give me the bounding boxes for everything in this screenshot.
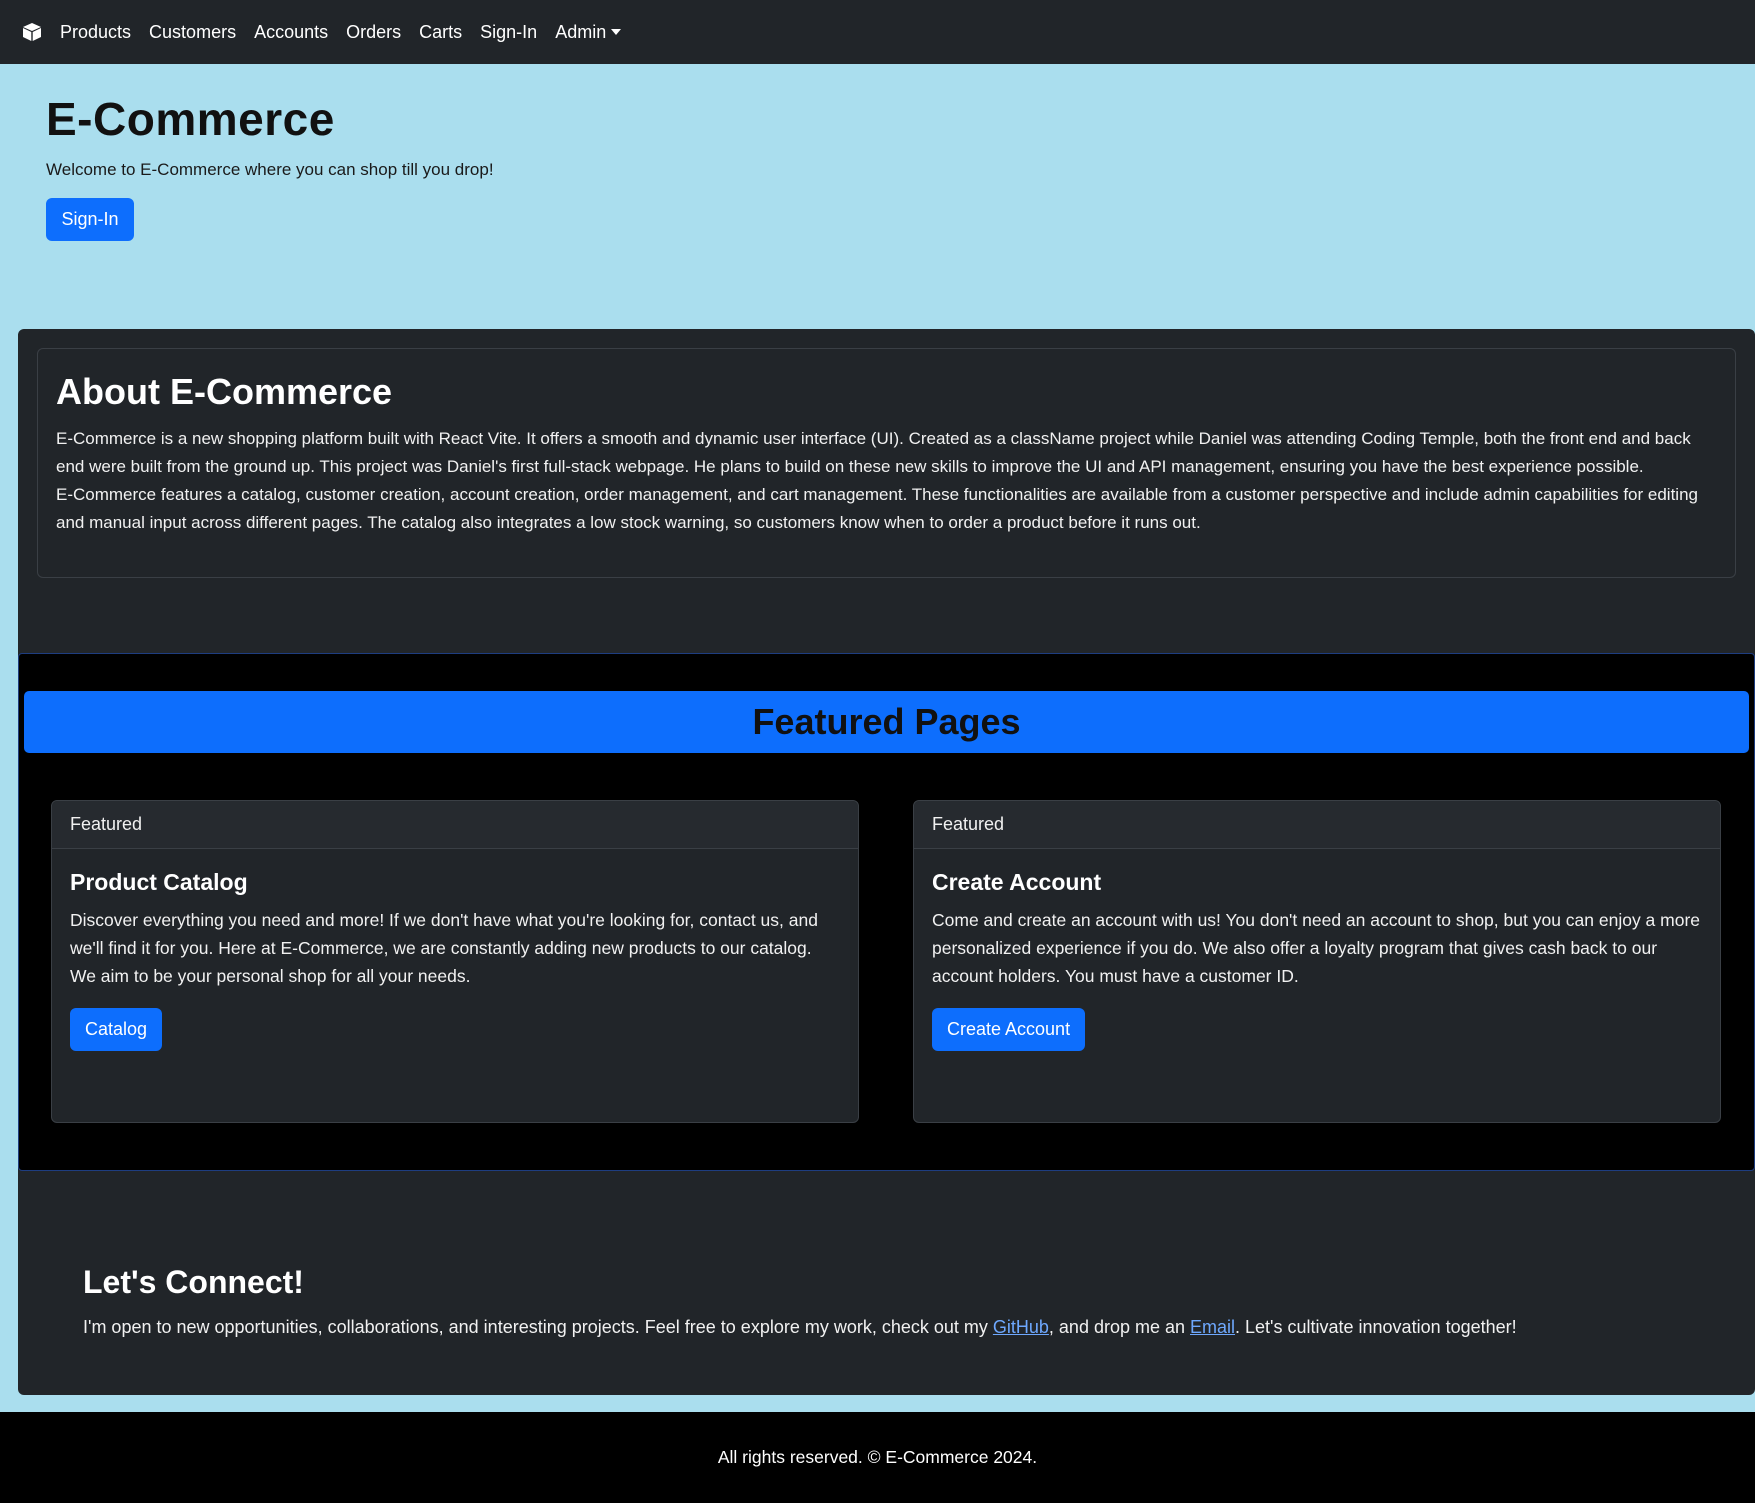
about-paragraph-2: E-Commerce features a catalog, customer … [56,485,1698,532]
catalog-button[interactable]: Catalog [70,1008,163,1051]
top-navbar: Products Customers Accounts Orders Carts… [0,0,1755,64]
nav-link-orders[interactable]: Orders [346,22,401,43]
footer: All rights reserved. © E-Commerce 2024. [0,1412,1755,1503]
main-content: About E-Commerce E-Commerce is a new sho… [18,329,1755,1395]
card-body: Product Catalog Discover everything you … [52,849,858,1051]
connect-text-before: I'm open to new opportunities, collabora… [83,1317,993,1337]
card-product-catalog: Featured Product Catalog Discover everyt… [51,800,859,1123]
card-header: Featured [914,801,1720,849]
about-paragraph-1: E-Commerce is a new shopping platform bu… [56,429,1691,476]
create-account-button[interactable]: Create Account [932,1008,1086,1051]
featured-banner: Featured Pages [24,691,1749,753]
card-create-account: Featured Create Account Come and create … [913,800,1721,1123]
connect-text: I'm open to new opportunities, collabora… [83,1317,1517,1338]
connect-title: Let's Connect! [83,1264,304,1300]
hero-subtitle: Welcome to E-Commerce where you can shop… [46,160,494,179]
card-title: Product Catalog [70,869,248,895]
featured-title: Featured Pages [752,701,1021,742]
about-title: About E-Commerce [56,371,393,412]
footer-text: All rights reserved. © E-Commerce 2024. [717,1447,1038,1467]
card-body: Create Account Come and create an accoun… [914,849,1720,1051]
box-icon[interactable] [22,21,44,43]
email-link[interactable]: Email [1190,1317,1235,1337]
hero-title: E-Commerce [46,93,335,145]
github-link[interactable]: GitHub [993,1317,1049,1337]
hero-sign-in-button[interactable]: Sign-In [46,198,134,241]
connect-text-middle: , and drop me an [1048,1317,1191,1337]
about-section: About E-Commerce E-Commerce is a new sho… [37,348,1736,578]
card-title: Create Account [932,869,1102,895]
nav-link-carts[interactable]: Carts [419,22,462,43]
connect-section: Let's Connect! I'm open to new opportuni… [83,1264,1517,1338]
hero-section: E-Commerce Welcome to E-Commerce where y… [46,92,494,241]
nav-link-accounts[interactable]: Accounts [254,22,328,43]
card-header: Featured [52,801,858,849]
nav-link-sign-in[interactable]: Sign-In [480,22,537,43]
admin-dropdown[interactable]: Admin [555,21,622,43]
nav-link-customers[interactable]: Customers [149,22,236,43]
admin-dropdown-label: Admin [555,21,607,42]
connect-text-after: . Let's cultivate innovation together! [1235,1317,1517,1337]
card-text: Come and create an account with us! You … [932,910,1701,986]
card-text: Discover everything you need and more! I… [70,910,818,986]
featured-section: Featured Pages Featured Product Catalog … [18,653,1755,1171]
caret-down-icon [611,29,622,35]
nav-link-products[interactable]: Products [60,22,131,43]
